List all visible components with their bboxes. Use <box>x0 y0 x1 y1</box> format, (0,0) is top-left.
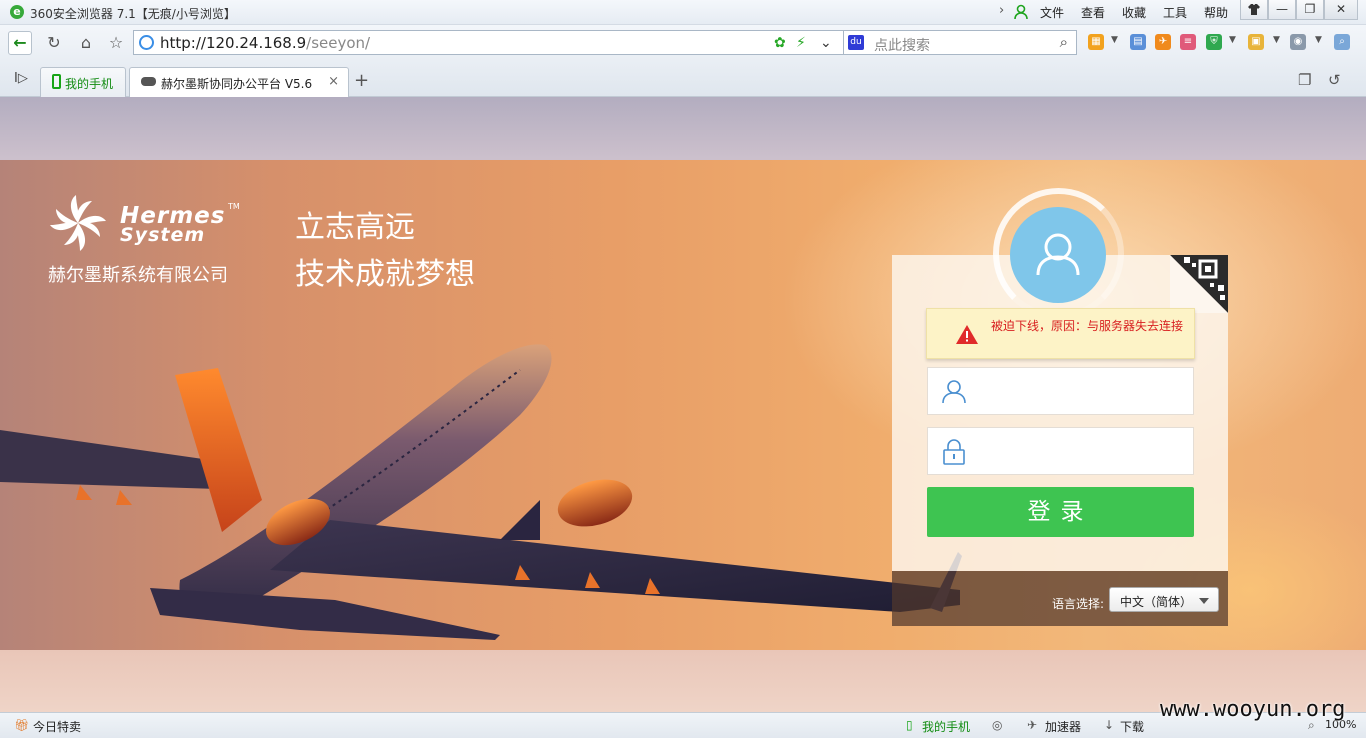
password-field[interactable] <box>927 427 1194 475</box>
phone-icon <box>52 74 61 89</box>
tab-label: 我的手机 <box>65 77 114 91</box>
close-icon: ✕ <box>1335 2 1347 16</box>
user-icon <box>942 380 966 404</box>
close-window-button[interactable]: ✕ <box>1324 0 1358 20</box>
tab-bar: I▷ 我的手机 赫尔墨斯协同办公平台 V5.6 × + ❐ ↺ <box>0 61 1366 98</box>
arrow-left-icon: ← <box>13 33 27 52</box>
calendar-icon[interactable]: ▤ <box>1130 34 1146 50</box>
shirt-icon <box>1248 4 1260 15</box>
title-bar: e 360安全浏览器 7.1【无痕/小号浏览】 › 文件 查看 收藏 工具 帮助… <box>0 0 1366 25</box>
url-text: http://120.24.168.9/seeyon/ <box>160 34 371 52</box>
menu-help[interactable]: 帮助 <box>1204 4 1228 21</box>
screenshot-icon[interactable]: ▣ <box>1248 34 1264 50</box>
refresh-button[interactable]: ↻ <box>42 31 66 55</box>
avatar <box>1010 207 1106 303</box>
company-name: 赫尔墨斯系统有限公司 <box>48 265 228 286</box>
menu-view[interactable]: 查看 <box>1081 4 1105 21</box>
home-button[interactable]: ⌂ <box>74 31 98 55</box>
menu-file[interactable]: 文件 <box>1040 4 1064 21</box>
chevron-down-icon <box>1199 598 1209 604</box>
login-button[interactable]: 登录 <box>927 487 1194 537</box>
dropdown-icon[interactable]: ▼ <box>1315 35 1322 45</box>
slogan-line-1: 立志高远 <box>295 210 415 245</box>
menu-favorites[interactable]: 收藏 <box>1122 4 1146 21</box>
speed-dial-icon[interactable]: ◎ <box>992 718 1002 732</box>
url-input[interactable]: http://120.24.168.9/seeyon/ ✿ ⚡ ⌄ <box>133 30 845 55</box>
tab-my-phone[interactable]: 我的手机 <box>40 67 126 97</box>
address-toolbar: ← ↻ ⌂ ☆ http://120.24.168.9/seeyon/ ✿ ⚡ … <box>0 25 1366 61</box>
page-icon <box>139 35 154 50</box>
apps-icon[interactable]: ▦ <box>1088 34 1104 50</box>
back-button[interactable]: ← <box>8 31 32 55</box>
language-select[interactable]: 中文（简体） <box>1109 587 1219 612</box>
incognito-mask-icon <box>141 77 156 86</box>
dropdown-icon[interactable]: ▼ <box>1273 35 1280 45</box>
news-icon[interactable]: ≡ <box>1180 34 1196 50</box>
favorite-button[interactable]: ☆ <box>104 31 128 55</box>
my-phone-link[interactable]: 我的手机 <box>922 718 970 735</box>
game-icon[interactable]: ◉ <box>1290 34 1306 50</box>
language-label: 语言选择: <box>1052 597 1105 611</box>
tab-list-icon[interactable]: ❐ <box>1298 71 1311 89</box>
shield-icon[interactable]: ⛨ <box>1206 34 1222 50</box>
rocket-icon: ✈ <box>1027 718 1038 732</box>
dropdown-icon[interactable]: ▼ <box>1111 35 1118 45</box>
window-title: 360安全浏览器 7.1【无痕/小号浏览】 <box>30 7 236 21</box>
browser-logo-icon: e <box>10 5 24 19</box>
chevron-right-icon[interactable]: › <box>999 3 1004 18</box>
minimize-button[interactable]: — <box>1268 0 1296 20</box>
refresh-icon: ↻ <box>47 33 61 52</box>
phone-icon: ▯ <box>906 718 913 732</box>
error-text: 被迫下线，原因：与服务器失去连接 <box>991 319 1184 333</box>
minimize-icon: — <box>1276 2 1288 16</box>
lock-icon <box>943 439 965 465</box>
status-bar: 🎁︎ 今日特卖 ▯ 我的手机 ◎ ✈ 加速器 ↓ 下载 ⌕ 100% www.w… <box>0 697 1366 738</box>
company-logo: Hermes System TM 赫尔墨斯系统有限公司 <box>48 193 248 288</box>
brand-name-system: System <box>120 224 206 246</box>
search-placeholder: 点此搜索 <box>874 38 930 54</box>
new-tab-button[interactable]: + <box>354 70 369 91</box>
baidu-icon[interactable]: du <box>848 35 864 50</box>
restore-icon: ❐ <box>1304 2 1316 16</box>
pinwheel-logo-icon <box>50 195 106 251</box>
qr-code-icon[interactable] <box>1170 255 1228 313</box>
trademark: TM <box>228 202 240 211</box>
watermark-text: www.wooyun.org <box>1160 697 1346 722</box>
home-icon: ⌂ <box>80 33 92 52</box>
search-input[interactable]: du 点此搜索 ⌕ <box>843 30 1077 55</box>
sidebar-toggle-icon[interactable]: I▷ <box>14 71 28 86</box>
tab-hermes-office[interactable]: 赫尔墨斯协同办公平台 V5.6 × <box>129 67 349 98</box>
travel-icon[interactable]: ✈ <box>1155 34 1171 50</box>
today-deals-link[interactable]: 今日特卖 <box>33 718 81 735</box>
search-icon[interactable]: ⌕ <box>1060 33 1068 51</box>
accelerator-button[interactable]: 加速器 <box>1045 718 1081 735</box>
gift-icon: 🎁︎ <box>14 718 30 732</box>
star-icon: ☆ <box>108 33 124 52</box>
speed-icon[interactable]: ✿ <box>774 35 786 51</box>
username-field[interactable] <box>927 367 1194 415</box>
download-button[interactable]: 下载 <box>1120 718 1144 735</box>
download-icon: ↓ <box>1104 718 1115 732</box>
menu-tools[interactable]: 工具 <box>1163 4 1187 21</box>
tab-close-icon[interactable]: × <box>328 74 339 89</box>
skin-button[interactable] <box>1240 0 1268 20</box>
zoom-tool-icon[interactable]: ⌕ <box>1334 34 1350 50</box>
lightning-icon[interactable]: ⚡ <box>796 35 806 51</box>
tab-label: 赫尔墨斯协同办公平台 V5.6 <box>161 77 313 91</box>
error-message: 被迫下线，原因：与服务器失去连接 <box>926 308 1195 359</box>
slogan-line-2: 技术成就梦想 <box>295 257 475 292</box>
chevron-down-icon[interactable]: ⌄ <box>820 35 832 51</box>
language-value: 中文（简体） <box>1120 595 1193 609</box>
login-panel: 被迫下线，原因：与服务器失去连接 登录 语言选择: 中文（简体） <box>892 188 1228 626</box>
dropdown-icon[interactable]: ▼ <box>1229 35 1236 45</box>
user-avatar-icon <box>1036 233 1080 276</box>
user-account-icon[interactable] <box>1013 4 1029 20</box>
warning-icon <box>956 325 978 344</box>
restore-button[interactable]: ❐ <box>1296 0 1324 20</box>
undo-close-icon[interactable]: ↺ <box>1328 71 1341 89</box>
